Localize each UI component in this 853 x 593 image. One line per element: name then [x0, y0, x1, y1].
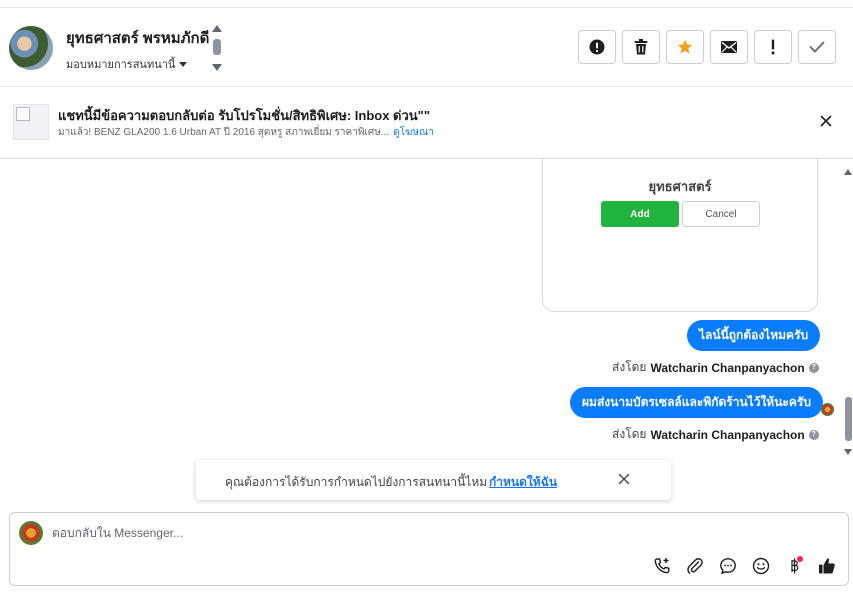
ad-description: มาแล้ว! BENZ GLA200 1.6 Urban AT ปี 2016…	[58, 127, 390, 138]
scroll-thumb[interactable]	[213, 39, 221, 55]
card-contact-name: ยุทธศาสตร์	[648, 179, 712, 194]
call-add-icon	[654, 558, 670, 574]
ad-title: แชทนี้มีข้อความตอบกลับต่อ รับโปรโมชั่น/ส…	[58, 108, 431, 123]
assign-prompt-text: คุณต้องการได้รับการกำหนดไปยังการสนทนานี้…	[225, 475, 488, 489]
ad-subtitle: มาแล้ว! BENZ GLA200 1.6 Urban AT ปี 2016…	[58, 125, 434, 140]
payment-button[interactable]	[783, 555, 805, 577]
check-icon	[809, 41, 825, 53]
sender-name: Watcharin Chanpanyachon	[650, 360, 805, 375]
delete-button[interactable]	[622, 30, 660, 64]
scroll-down-arrow-icon[interactable]	[844, 449, 852, 455]
ad-thumbnail	[13, 104, 49, 140]
assign-label: มอบหมายการสนทนานี้	[66, 59, 176, 71]
info-icon[interactable]: ?	[808, 362, 819, 373]
reply-input[interactable]	[52, 523, 752, 543]
attach-button[interactable]	[684, 555, 706, 577]
envelope-icon	[721, 41, 737, 53]
sender-name: Watcharin Chanpanyachon	[650, 427, 805, 442]
close-toast-button[interactable]	[618, 472, 630, 490]
call-button[interactable]	[651, 555, 673, 577]
ad-context-banner: แชทนี้มีข้อความตอบกลับต่อ รับโปรโมชั่น/ส…	[0, 88, 853, 159]
composer-tools	[651, 555, 838, 577]
spam-button[interactable]	[578, 30, 616, 64]
star-icon	[677, 39, 693, 54]
message-thread: ยุทธศาสตร์ Add Cancel ไลน์นี้ถูกต้องไหมค…	[0, 159, 853, 504]
follow-up-button[interactable]	[754, 30, 792, 64]
info-icon[interactable]: ?	[808, 429, 819, 440]
sent-by-label: ส่งโดย Watcharin Chanpanyachon ?	[612, 358, 819, 377]
sent-by-prefix: ส่งโดย	[612, 427, 647, 441]
mark-unread-button[interactable]	[710, 30, 748, 64]
saved-replies-button[interactable]	[717, 555, 739, 577]
contact-name[interactable]: ยุทธศาสตร์ พรหมภักดี	[66, 26, 209, 50]
scroll-thumb[interactable]	[845, 397, 852, 441]
chat-bubble-icon	[720, 558, 736, 575]
scroll-up-arrow-icon[interactable]	[844, 169, 852, 175]
emoji-button[interactable]	[750, 555, 772, 577]
message-bubble[interactable]: ไลน์นี้ถูกต้องไหมครับ	[687, 320, 821, 351]
notification-dot	[797, 556, 803, 562]
thread-scrollbar[interactable]	[843, 159, 853, 504]
seen-avatar	[821, 403, 834, 416]
assign-to-me-link[interactable]: กำหนดให้ฉัน	[489, 473, 557, 492]
header-scrollbar[interactable]	[211, 25, 223, 71]
close-icon	[618, 473, 630, 485]
done-button[interactable]	[798, 30, 836, 64]
trash-icon	[634, 39, 648, 55]
smiley-icon	[752, 557, 770, 575]
close-banner-button[interactable]	[819, 114, 833, 133]
like-button[interactable]	[816, 555, 838, 577]
cancel-button[interactable]: Cancel	[682, 201, 760, 227]
assign-prompt-toast: คุณต้องการได้รับการกำหนดไปยังการสนทนานี้…	[196, 460, 671, 500]
alert-circle-icon	[589, 39, 605, 55]
exclamation-icon	[771, 39, 775, 55]
assign-conversation-dropdown[interactable]: มอบหมายการสนทนานี้	[66, 55, 188, 73]
conversation-header: ยุทธศาสตร์ พรหมภักดี มอบหมายการสนทนานี้	[0, 7, 853, 87]
sent-by-label: ส่งโดย Watcharin Chanpanyachon ?	[612, 425, 819, 444]
star-button[interactable]	[666, 30, 704, 64]
paperclip-icon	[687, 558, 703, 574]
scroll-down-arrow-icon[interactable]	[212, 64, 222, 71]
conversation-actions	[578, 30, 836, 64]
message-bubble[interactable]: ผมส่งนามบัตรเซลล์และพิกัดร้านไว้ให้นะครั…	[570, 387, 823, 418]
sent-by-prefix: ส่งโดย	[612, 360, 647, 374]
reply-composer	[9, 512, 849, 586]
messenger-conversation-view: ยุทธศาสตร์ พรหมภักดี มอบหมายการสนทนานี้	[0, 0, 853, 593]
close-icon	[820, 115, 832, 127]
scroll-up-arrow-icon[interactable]	[212, 25, 222, 32]
thumbs-up-icon	[819, 558, 835, 574]
view-ad-link[interactable]: ดูโฆษณา	[393, 127, 434, 138]
page-avatar	[19, 521, 43, 545]
caret-down-icon	[179, 61, 188, 67]
contact-card: ยุทธศาสตร์ Add Cancel	[542, 159, 818, 312]
contact-avatar[interactable]	[9, 26, 53, 70]
add-contact-button[interactable]: Add	[601, 201, 679, 227]
